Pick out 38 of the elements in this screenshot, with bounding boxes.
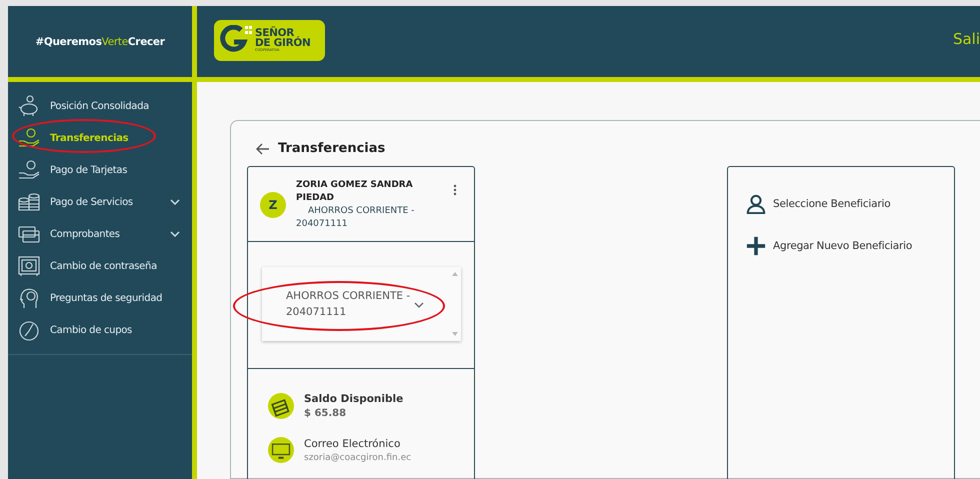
logout-link[interactable]: Sali bbox=[952, 30, 980, 48]
caret-icon bbox=[414, 302, 424, 308]
sidebar-item[interactable]: Cambio de contraseña bbox=[8, 250, 192, 282]
sidebar-item[interactable]: Pago de Servicios bbox=[8, 186, 192, 218]
cash-icon bbox=[268, 393, 294, 419]
hand-coin-icon bbox=[18, 159, 40, 181]
head-gear-icon bbox=[18, 287, 40, 309]
safe-icon bbox=[18, 255, 40, 277]
account-holder-name: ZORIA GOMEZ SANDRA PIEDAD bbox=[296, 179, 414, 205]
account-number: AHORROS CORRIENTE - 204071111 bbox=[296, 205, 416, 231]
logo-text: SEÑOR bbox=[255, 28, 294, 38]
sidebar-item[interactable]: Comprobantes bbox=[8, 218, 192, 250]
person-icon bbox=[746, 194, 766, 214]
logo-text: DE GIRÓN bbox=[255, 38, 310, 49]
more-options-icon[interactable] bbox=[453, 184, 457, 196]
sidebar-item[interactable]: Cambio de cupos bbox=[8, 314, 192, 346]
coin-stack-icon bbox=[18, 191, 40, 213]
detail-value: $ 65.88 bbox=[304, 408, 348, 419]
beneficiary-option[interactable]: Seleccione Beneficiario bbox=[746, 193, 954, 215]
hashtag-slogan: #QueremosVerteCrecer bbox=[35, 36, 165, 48]
detail-label: Saldo Disponible bbox=[304, 393, 404, 405]
sidebar-item[interactable]: Pago de Tarjetas bbox=[8, 154, 192, 186]
monitor-icon bbox=[268, 437, 294, 463]
sidebar-item[interactable]: Preguntas de seguridad bbox=[8, 282, 192, 314]
avatar: Z bbox=[260, 192, 286, 218]
detail-label: Correo Electrónico bbox=[304, 438, 402, 450]
page-title: Transferencias bbox=[278, 141, 386, 156]
chevron-down-icon bbox=[170, 199, 180, 205]
beneficiary-option[interactable]: Agregar Nuevo Beneficiario bbox=[746, 235, 954, 257]
sidebar-item[interactable]: Posición Consolidada bbox=[8, 90, 192, 122]
plus-icon bbox=[746, 236, 766, 256]
chevron-down-icon bbox=[170, 231, 180, 237]
piggy-bank-icon bbox=[18, 95, 40, 117]
sidebar-item[interactable]: Transferencias bbox=[8, 122, 192, 154]
gauge-icon bbox=[18, 319, 40, 341]
back-arrow-icon[interactable] bbox=[256, 142, 270, 154]
hand-coin-icon bbox=[18, 127, 40, 149]
detail-value: szoria@coacgiron.fin.ec bbox=[304, 452, 412, 462]
